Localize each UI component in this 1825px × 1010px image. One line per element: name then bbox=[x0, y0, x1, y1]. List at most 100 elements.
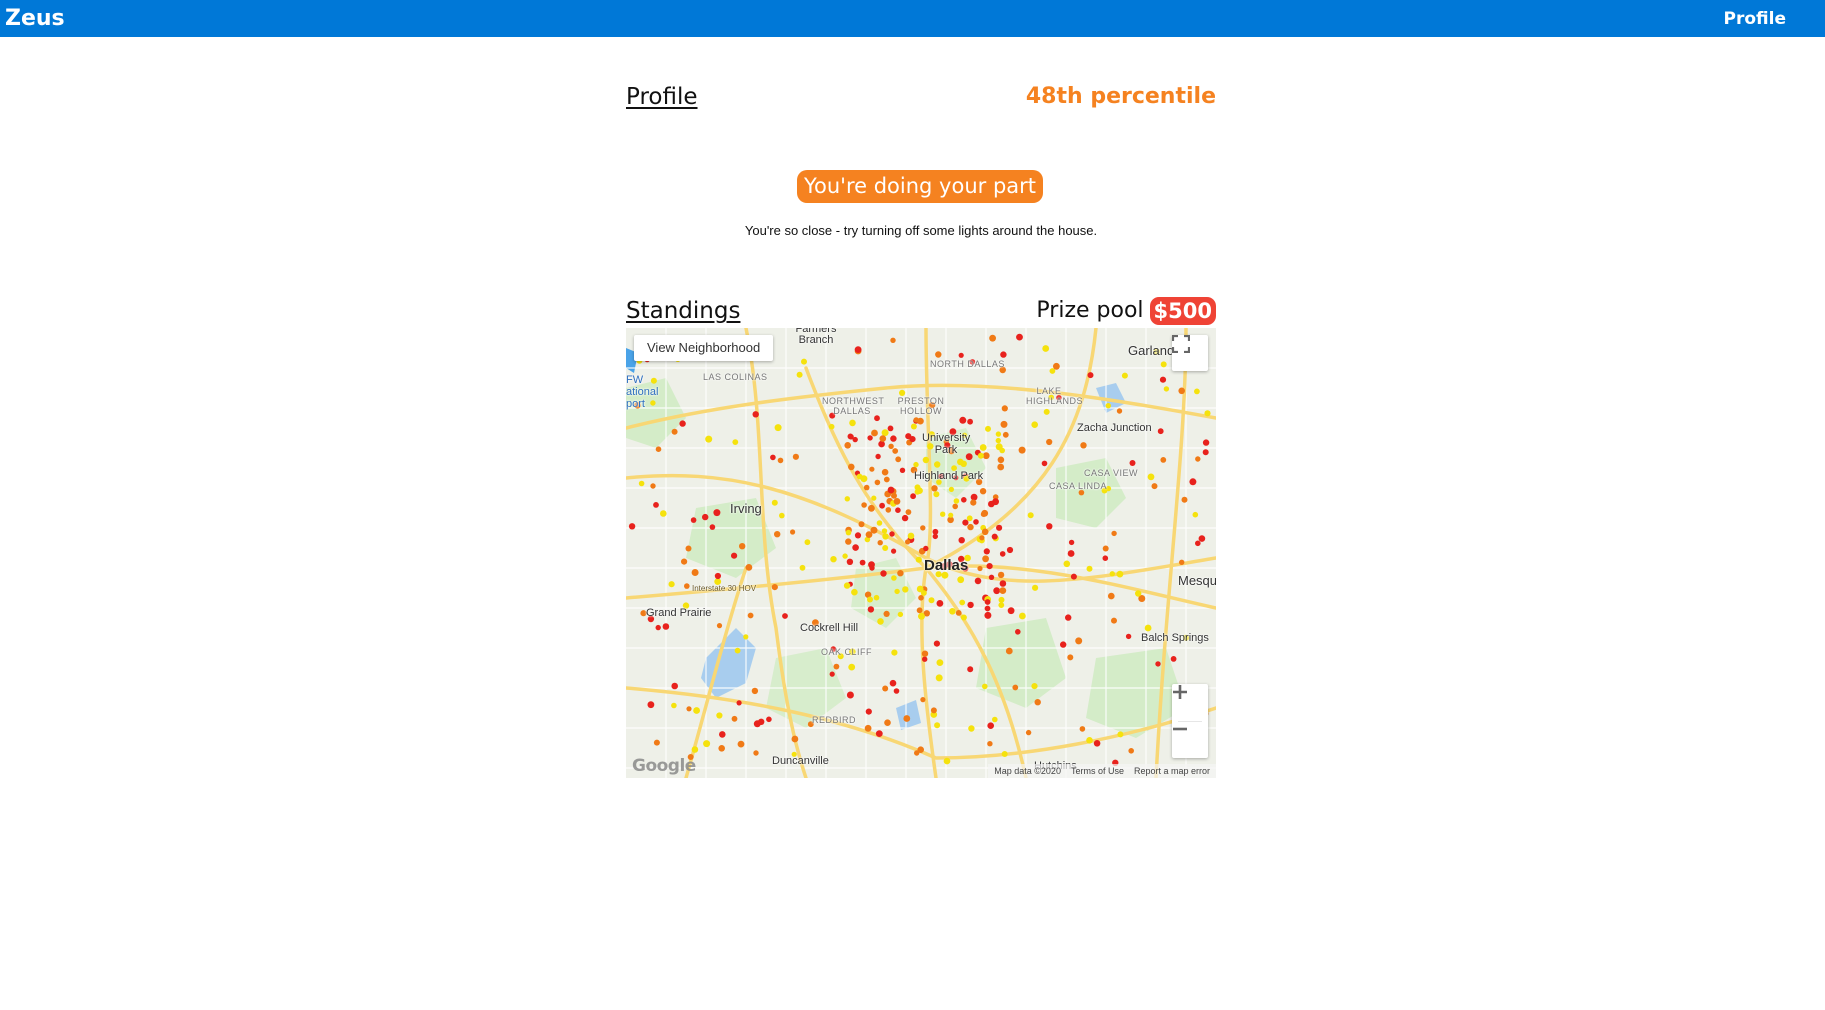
prize-pool-label: Prize pool bbox=[1036, 298, 1144, 323]
heat-point bbox=[922, 456, 930, 464]
heat-point bbox=[984, 611, 992, 619]
heat-point bbox=[959, 416, 967, 424]
heat-point bbox=[845, 529, 852, 536]
heat-point bbox=[957, 458, 964, 466]
heat-point bbox=[918, 595, 924, 601]
report-map-error-link[interactable]: Report a map error bbox=[1134, 766, 1210, 776]
place-label-balch-springs: Balch Springs bbox=[1141, 632, 1209, 644]
nav-profile-link[interactable]: Profile bbox=[1724, 9, 1786, 30]
heat-point bbox=[1121, 372, 1128, 379]
heat-point bbox=[732, 439, 739, 445]
heat-point bbox=[828, 423, 835, 430]
zoom-out-button[interactable] bbox=[1172, 721, 1208, 758]
heat-point bbox=[1067, 654, 1074, 661]
place-label-grand-prairie: Grand Prairie bbox=[646, 607, 712, 619]
heat-point bbox=[960, 614, 967, 621]
plus-icon bbox=[1173, 685, 1187, 699]
heat-point bbox=[846, 558, 854, 565]
profile-title[interactable]: Profile bbox=[626, 83, 698, 111]
heat-point bbox=[967, 601, 974, 609]
heat-point bbox=[1025, 729, 1032, 736]
heat-point bbox=[681, 558, 688, 565]
heat-point bbox=[901, 514, 909, 522]
heat-point bbox=[1108, 592, 1115, 600]
heat-point bbox=[910, 423, 917, 430]
heat-point bbox=[1046, 523, 1053, 530]
view-neighborhood-button[interactable]: View Neighborhood bbox=[634, 335, 774, 361]
heat-point bbox=[949, 608, 956, 615]
heat-point bbox=[986, 563, 993, 570]
heat-point bbox=[916, 585, 924, 593]
heat-point bbox=[1087, 372, 1094, 379]
heat-point bbox=[796, 371, 803, 378]
heat-point bbox=[1012, 684, 1019, 691]
heat-point bbox=[983, 548, 990, 555]
heat-point bbox=[979, 444, 987, 451]
heat-point bbox=[1019, 612, 1026, 620]
heat-point bbox=[997, 571, 1005, 579]
heat-point bbox=[913, 461, 919, 468]
heat-point bbox=[991, 533, 998, 540]
heat-point bbox=[1031, 683, 1038, 690]
zoom-in-button[interactable] bbox=[1172, 684, 1208, 721]
heat-point bbox=[848, 663, 856, 671]
heat-point bbox=[1178, 387, 1185, 395]
place-label-irving: Irving bbox=[730, 501, 762, 516]
heat-point bbox=[970, 499, 977, 506]
heat-point bbox=[897, 611, 904, 618]
heat-point bbox=[870, 526, 878, 534]
heat-point bbox=[782, 613, 788, 619]
standings-map[interactable]: Irving Dallas Grand Prairie Cockrell Hil… bbox=[626, 328, 1216, 778]
heat-point bbox=[952, 503, 958, 510]
fullscreen-button[interactable] bbox=[1172, 335, 1208, 371]
map-data-credit: Map data ©2020 bbox=[994, 766, 1061, 776]
heat-point bbox=[854, 532, 862, 539]
heat-point bbox=[895, 507, 901, 513]
heat-point bbox=[931, 485, 938, 492]
heat-point bbox=[684, 583, 690, 589]
heat-point bbox=[865, 708, 872, 715]
heat-point bbox=[1170, 656, 1177, 662]
heat-point bbox=[1032, 584, 1039, 591]
heat-point bbox=[1067, 550, 1075, 557]
heat-point bbox=[1000, 351, 1007, 358]
heat-point bbox=[867, 435, 873, 441]
heat-point bbox=[891, 548, 897, 554]
heat-point bbox=[936, 600, 944, 607]
heat-point bbox=[863, 484, 870, 491]
heat-point bbox=[871, 429, 878, 437]
heat-point bbox=[774, 531, 781, 538]
heat-point bbox=[686, 706, 692, 712]
heat-point bbox=[989, 334, 996, 342]
heat-point bbox=[882, 533, 889, 540]
terms-of-use-link[interactable]: Terms of Use bbox=[1071, 766, 1124, 776]
heat-point bbox=[920, 525, 926, 531]
heat-point bbox=[1001, 405, 1008, 412]
heat-point bbox=[1125, 633, 1132, 640]
heat-point bbox=[981, 528, 989, 536]
heat-point bbox=[1144, 624, 1152, 632]
heat-point bbox=[846, 691, 854, 699]
standings-title[interactable]: Standings bbox=[626, 297, 740, 325]
heat-point bbox=[958, 537, 965, 544]
heat-point bbox=[716, 712, 723, 719]
heat-point bbox=[747, 612, 754, 619]
heat-point bbox=[982, 683, 988, 690]
heat-point bbox=[848, 463, 855, 471]
zoom-controls bbox=[1172, 684, 1208, 758]
heat-point bbox=[875, 730, 883, 737]
heat-point bbox=[876, 520, 883, 526]
heat-point bbox=[881, 468, 889, 476]
heat-point bbox=[914, 750, 920, 756]
heat-point bbox=[871, 495, 877, 501]
heat-point bbox=[1111, 617, 1117, 624]
heat-point bbox=[655, 624, 661, 631]
heat-point bbox=[745, 564, 753, 571]
place-label-northwest-dallas: NORTHWEST DALLAS bbox=[822, 396, 885, 416]
heat-point bbox=[933, 640, 940, 647]
brand-logo[interactable]: Zeus bbox=[5, 6, 65, 32]
heat-point bbox=[961, 497, 967, 503]
heat-point bbox=[914, 484, 921, 491]
heat-point bbox=[1002, 431, 1009, 438]
heat-point bbox=[883, 476, 890, 483]
